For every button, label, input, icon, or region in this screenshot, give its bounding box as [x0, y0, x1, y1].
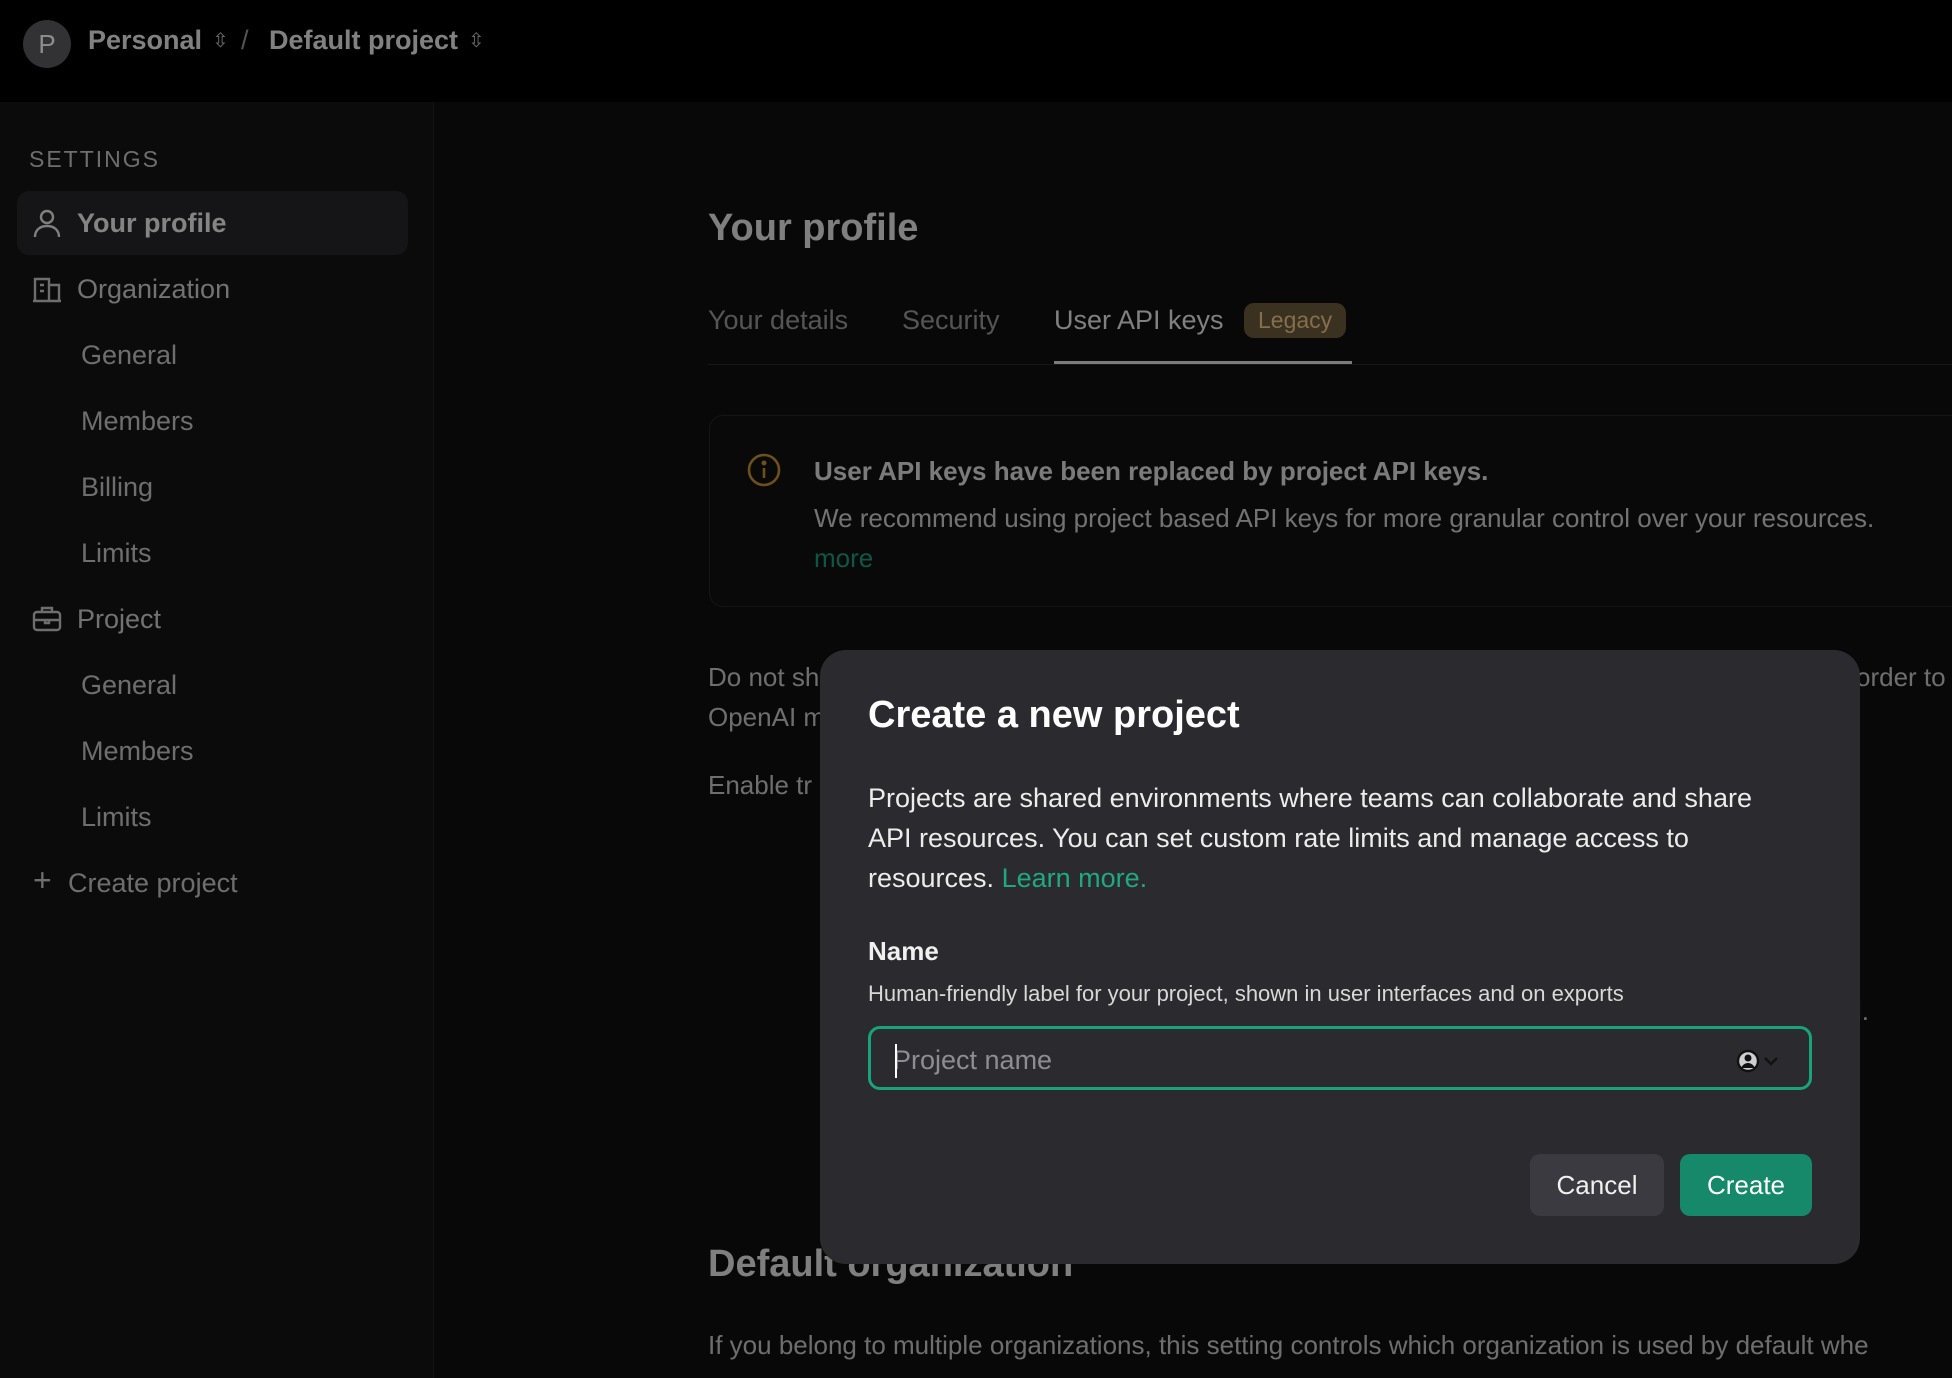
project-name-input[interactable]	[891, 1039, 1715, 1081]
password-manager-icon[interactable]	[1735, 1048, 1783, 1074]
name-help-text: Human-friendly label for your project, s…	[868, 981, 1624, 1006]
text-caret	[895, 1044, 897, 1078]
dialog-description: Projects are shared environments where t…	[868, 778, 1798, 898]
create-button[interactable]: Create	[1680, 1154, 1812, 1216]
name-label: Name	[868, 936, 939, 966]
project-name-field[interactable]	[868, 1026, 1812, 1090]
create-project-dialog: Create a new project Projects are shared…	[820, 650, 1860, 1264]
cancel-button[interactable]: Cancel	[1530, 1154, 1664, 1216]
dialog-title: Create a new project	[868, 694, 1240, 736]
learn-more-link[interactable]: Learn more.	[1002, 863, 1148, 893]
